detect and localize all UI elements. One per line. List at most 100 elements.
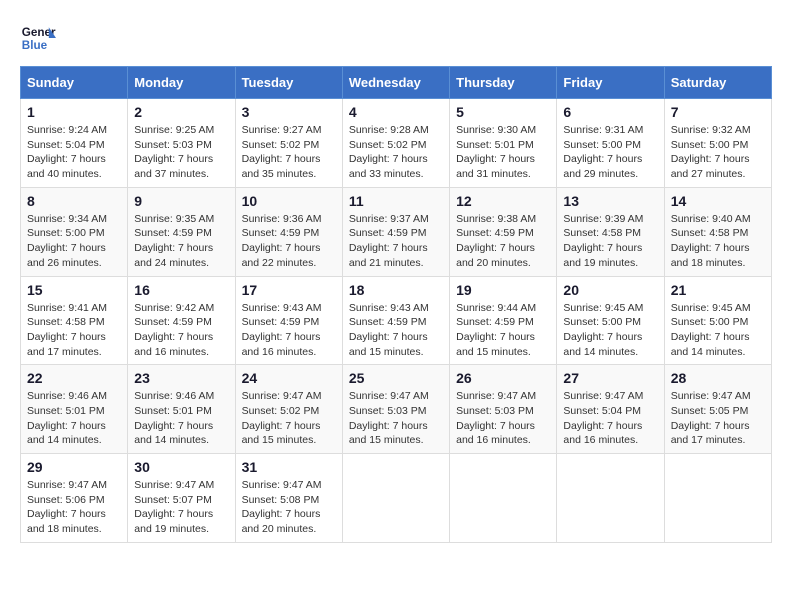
day-number: 27 — [563, 370, 657, 386]
weekday-header-sunday: Sunday — [21, 67, 128, 99]
day-content: Sunrise: 9:43 AM Sunset: 4:59 PM Dayligh… — [242, 301, 336, 360]
day-content: Sunrise: 9:40 AM Sunset: 4:58 PM Dayligh… — [671, 212, 765, 271]
day-number: 23 — [134, 370, 228, 386]
day-content: Sunrise: 9:38 AM Sunset: 4:59 PM Dayligh… — [456, 212, 550, 271]
day-number: 15 — [27, 282, 121, 298]
day-content: Sunrise: 9:31 AM Sunset: 5:00 PM Dayligh… — [563, 123, 657, 182]
weekday-header-wednesday: Wednesday — [342, 67, 449, 99]
weekday-header-monday: Monday — [128, 67, 235, 99]
calendar-cell: 18 Sunrise: 9:43 AM Sunset: 4:59 PM Dayli… — [342, 276, 449, 365]
day-number: 26 — [456, 370, 550, 386]
weekday-header-row: SundayMondayTuesdayWednesdayThursdayFrid… — [21, 67, 772, 99]
calendar-cell — [450, 454, 557, 543]
calendar-cell: 22 Sunrise: 9:46 AM Sunset: 5:01 PM Dayli… — [21, 365, 128, 454]
weekday-header-saturday: Saturday — [664, 67, 771, 99]
logo-icon: General Blue — [20, 20, 56, 56]
calendar-cell: 28 Sunrise: 9:47 AM Sunset: 5:05 PM Dayli… — [664, 365, 771, 454]
day-number: 22 — [27, 370, 121, 386]
calendar-cell: 12Sunrise: 9:38 AM Sunset: 4:59 PM Dayli… — [450, 187, 557, 276]
calendar-cell: 20 Sunrise: 9:45 AM Sunset: 5:00 PM Dayli… — [557, 276, 664, 365]
day-number: 17 — [242, 282, 336, 298]
day-content: Sunrise: 9:27 AM Sunset: 5:02 PM Dayligh… — [242, 123, 336, 182]
day-content: Sunrise: 9:24 AM Sunset: 5:04 PM Dayligh… — [27, 123, 121, 182]
calendar-cell — [557, 454, 664, 543]
day-number: 14 — [671, 193, 765, 209]
day-content: Sunrise: 9:47 AM Sunset: 5:02 PM Dayligh… — [242, 389, 336, 448]
day-content: Sunrise: 9:47 AM Sunset: 5:03 PM Dayligh… — [456, 389, 550, 448]
calendar-cell: 27Sunrise: 9:47 AM Sunset: 5:04 PM Dayli… — [557, 365, 664, 454]
week-row-2: 8 Sunrise: 9:34 AM Sunset: 5:00 PM Daylig… — [21, 187, 772, 276]
calendar-cell: 17 Sunrise: 9:43 AM Sunset: 4:59 PM Dayli… — [235, 276, 342, 365]
svg-text:Blue: Blue — [22, 39, 48, 52]
calendar-cell: 6 Sunrise: 9:31 AM Sunset: 5:00 PM Daylig… — [557, 99, 664, 188]
day-content: Sunrise: 9:47 AM Sunset: 5:07 PM Dayligh… — [134, 478, 228, 537]
calendar-table: SundayMondayTuesdayWednesdayThursdayFrid… — [20, 66, 772, 543]
day-content: Sunrise: 9:39 AM Sunset: 4:58 PM Dayligh… — [563, 212, 657, 271]
calendar-cell — [342, 454, 449, 543]
calendar-cell: 9Sunrise: 9:35 AM Sunset: 4:59 PM Daylig… — [128, 187, 235, 276]
day-number: 19 — [456, 282, 550, 298]
day-content: Sunrise: 9:46 AM Sunset: 5:01 PM Dayligh… — [134, 389, 228, 448]
week-row-3: 15 Sunrise: 9:41 AM Sunset: 4:58 PM Dayli… — [21, 276, 772, 365]
calendar-cell: 30Sunrise: 9:47 AM Sunset: 5:07 PM Dayli… — [128, 454, 235, 543]
day-number: 13 — [563, 193, 657, 209]
weekday-header-thursday: Thursday — [450, 67, 557, 99]
day-content: Sunrise: 9:44 AM Sunset: 4:59 PM Dayligh… — [456, 301, 550, 360]
day-number: 4 — [349, 104, 443, 120]
day-content: Sunrise: 9:25 AM Sunset: 5:03 PM Dayligh… — [134, 123, 228, 182]
day-number: 8 — [27, 193, 121, 209]
day-number: 24 — [242, 370, 336, 386]
page-header: General Blue — [20, 20, 772, 56]
day-number: 18 — [349, 282, 443, 298]
calendar-cell: 16 Sunrise: 9:42 AM Sunset: 4:59 PM Dayli… — [128, 276, 235, 365]
calendar-cell: 24 Sunrise: 9:47 AM Sunset: 5:02 PM Dayli… — [235, 365, 342, 454]
calendar-cell: 23 Sunrise: 9:46 AM Sunset: 5:01 PM Dayli… — [128, 365, 235, 454]
day-number: 2 — [134, 104, 228, 120]
week-row-5: 29 Sunrise: 9:47 AM Sunset: 5:06 PM Dayli… — [21, 454, 772, 543]
day-number: 5 — [456, 104, 550, 120]
day-number: 6 — [563, 104, 657, 120]
calendar-cell: 26 Sunrise: 9:47 AM Sunset: 5:03 PM Dayli… — [450, 365, 557, 454]
day-number: 7 — [671, 104, 765, 120]
calendar-cell: 5Sunrise: 9:30 AM Sunset: 5:01 PM Daylig… — [450, 99, 557, 188]
day-content: Sunrise: 9:42 AM Sunset: 4:59 PM Dayligh… — [134, 301, 228, 360]
day-content: Sunrise: 9:34 AM Sunset: 5:00 PM Dayligh… — [27, 212, 121, 271]
calendar-cell: 19 Sunrise: 9:44 AM Sunset: 4:59 PM Dayli… — [450, 276, 557, 365]
day-content: Sunrise: 9:45 AM Sunset: 5:00 PM Dayligh… — [563, 301, 657, 360]
day-content: Sunrise: 9:28 AM Sunset: 5:02 PM Dayligh… — [349, 123, 443, 182]
day-content: Sunrise: 9:36 AM Sunset: 4:59 PM Dayligh… — [242, 212, 336, 271]
calendar-cell: 14 Sunrise: 9:40 AM Sunset: 4:58 PM Dayli… — [664, 187, 771, 276]
calendar-cell: 10 Sunrise: 9:36 AM Sunset: 4:59 PM Dayli… — [235, 187, 342, 276]
calendar-cell: 8 Sunrise: 9:34 AM Sunset: 5:00 PM Daylig… — [21, 187, 128, 276]
day-content: Sunrise: 9:41 AM Sunset: 4:58 PM Dayligh… — [27, 301, 121, 360]
weekday-header-tuesday: Tuesday — [235, 67, 342, 99]
day-number: 21 — [671, 282, 765, 298]
logo: General Blue — [20, 20, 56, 56]
day-number: 29 — [27, 459, 121, 475]
day-number: 9 — [134, 193, 228, 209]
day-content: Sunrise: 9:47 AM Sunset: 5:06 PM Dayligh… — [27, 478, 121, 537]
day-content: Sunrise: 9:47 AM Sunset: 5:05 PM Dayligh… — [671, 389, 765, 448]
day-content: Sunrise: 9:46 AM Sunset: 5:01 PM Dayligh… — [27, 389, 121, 448]
day-number: 28 — [671, 370, 765, 386]
day-number: 31 — [242, 459, 336, 475]
day-number: 11 — [349, 193, 443, 209]
week-row-4: 22 Sunrise: 9:46 AM Sunset: 5:01 PM Dayli… — [21, 365, 772, 454]
calendar-cell: 31Sunrise: 9:47 AM Sunset: 5:08 PM Dayli… — [235, 454, 342, 543]
day-number: 3 — [242, 104, 336, 120]
day-content: Sunrise: 9:32 AM Sunset: 5:00 PM Dayligh… — [671, 123, 765, 182]
day-number: 25 — [349, 370, 443, 386]
weekday-header-friday: Friday — [557, 67, 664, 99]
calendar-cell: 15 Sunrise: 9:41 AM Sunset: 4:58 PM Dayli… — [21, 276, 128, 365]
day-number: 20 — [563, 282, 657, 298]
day-number: 16 — [134, 282, 228, 298]
day-number: 1 — [27, 104, 121, 120]
day-content: Sunrise: 9:43 AM Sunset: 4:59 PM Dayligh… — [349, 301, 443, 360]
day-number: 10 — [242, 193, 336, 209]
calendar-cell: 7 Sunrise: 9:32 AM Sunset: 5:00 PM Daylig… — [664, 99, 771, 188]
calendar-cell: 13 Sunrise: 9:39 AM Sunset: 4:58 PM Dayli… — [557, 187, 664, 276]
week-row-1: 1 Sunrise: 9:24 AM Sunset: 5:04 PM Daylig… — [21, 99, 772, 188]
calendar-cell: 21 Sunrise: 9:45 AM Sunset: 5:00 PM Dayli… — [664, 276, 771, 365]
day-content: Sunrise: 9:45 AM Sunset: 5:00 PM Dayligh… — [671, 301, 765, 360]
calendar-cell: 1 Sunrise: 9:24 AM Sunset: 5:04 PM Daylig… — [21, 99, 128, 188]
